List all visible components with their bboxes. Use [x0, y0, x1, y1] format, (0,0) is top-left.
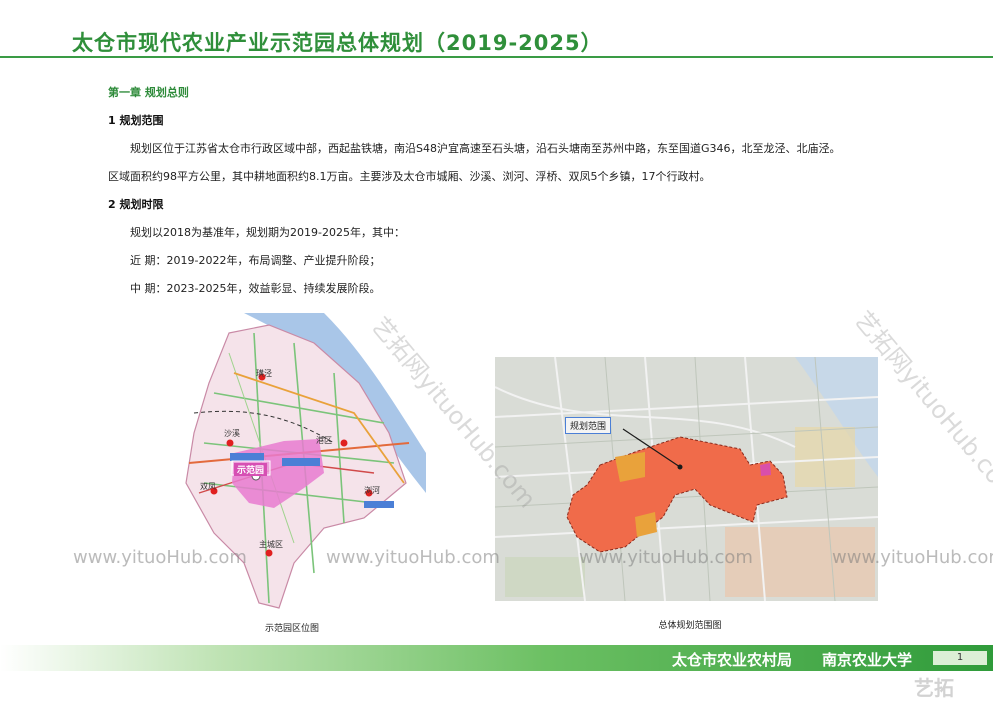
watermark-url-1: www.yituoHub.com [73, 547, 247, 568]
title-divider [0, 56, 993, 58]
map-label-main-city: 主城区 [259, 540, 283, 549]
footer-org-agriculture-bureau: 太仓市农业农村局 [672, 651, 793, 669]
map-label-liuhe: 浏河 [364, 486, 380, 495]
corner-watermark-logo: 艺拓 [914, 676, 954, 700]
planning-map-caption: 总体规划范围图 [658, 621, 722, 631]
planning-scope-label: 规划范围 [565, 417, 612, 434]
map-label-gangqu: 港区 [316, 436, 332, 445]
document-title: 太仓市现代农业产业示范园总体规划（2019-2025） [72, 31, 603, 55]
period-paragraph-1: 规划以2018为基准年，规划期为2019-2025年，其中： [130, 226, 405, 239]
map-label-shuangfeng: 双凤 [200, 482, 216, 491]
map-label-demonstration-park: 示范园 [234, 463, 268, 476]
period-near-term: 近 期：2019-2022年，布局调整、产业提升阶段； [130, 254, 381, 267]
scope-paragraph-2: 区域面积约98平方公里，其中耕地面积约8.1万亩。主要涉及太仓市城厢、沙溪、浏河… [108, 170, 711, 183]
section-heading-period: 2 规划时限 [108, 198, 164, 211]
period-mid-term: 中 期：2023-2025年，效益彰显、持续发展阶段。 [130, 282, 381, 295]
footer-org-university: 南京农业大学 [822, 651, 913, 669]
watermark-url-2: www.yituoHub.com [326, 547, 500, 568]
location-map-caption: 示范园区位图 [264, 624, 320, 634]
chapter-title: 第一章 规划总则 [108, 86, 189, 99]
map-label-shaxi: 沙溪 [224, 429, 240, 438]
map-label-huangjing: 璜泾 [256, 369, 272, 378]
section-heading-scope: 1 规划范围 [108, 114, 164, 127]
scope-paragraph-1: 规划区位于江苏省太仓市行政区域中部，西起盐铁塘，南沿S48沪宜高速至石头塘，沿石… [130, 142, 841, 155]
watermark-url-4: www.yituoHub.com [832, 547, 993, 568]
page-number: 1 [933, 651, 987, 665]
watermark-url-3: www.yituoHub.com [579, 547, 753, 568]
